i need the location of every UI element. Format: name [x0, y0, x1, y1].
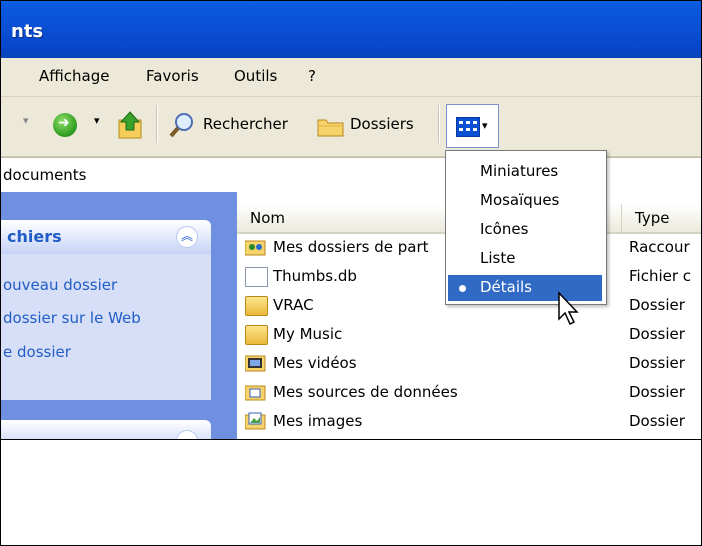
back-dropdown-arrow-icon[interactable]: ▾ — [23, 114, 29, 127]
task-new-folder[interactable]: ouveau dossier — [3, 276, 117, 294]
task-pane: chiers ︽ ouveau dossier dossier sur le W… — [1, 192, 237, 439]
menu-favoris[interactable]: Favoris — [146, 67, 199, 85]
toolbar-separator — [438, 105, 440, 143]
explorer-window: nts Affichage Favoris Outils ? ▾ ▾ Reche… — [1, 1, 701, 440]
radio-dot-icon — [459, 285, 466, 292]
task-panel-body: ouveau dossier dossier sur le Web e doss… — [1, 254, 211, 400]
menu-item-icones[interactable]: Icônes — [448, 217, 602, 243]
chevron-down-icon: ▾ — [482, 119, 488, 132]
task-share-folder[interactable]: e dossier — [3, 343, 71, 361]
task-publish-folder[interactable]: dossier sur le Web — [3, 309, 141, 327]
folder-icon — [245, 296, 268, 316]
file-row[interactable]: Mes vidéos Dossier — [237, 350, 701, 379]
up-folder-icon[interactable] — [117, 110, 143, 140]
file-row[interactable]: My Music Dossier — [237, 321, 701, 350]
title-bar[interactable]: nts — [1, 1, 701, 58]
menu-help[interactable]: ? — [308, 67, 316, 85]
menu-item-liste[interactable]: Liste — [448, 246, 602, 272]
menu-affichage[interactable]: Affichage — [39, 67, 109, 85]
menu-bar: Affichage Favoris Outils ? — [1, 58, 701, 97]
forward-dropdown-arrow-icon[interactable]: ▾ — [94, 114, 100, 127]
file-icon — [245, 267, 268, 287]
toolbar-separator — [156, 105, 158, 143]
menu-item-mosaiques[interactable]: Mosaïques — [448, 188, 602, 214]
mouse-cursor-icon — [558, 291, 579, 326]
toolbar: ▾ ▾ Rechercher Dossiers — [1, 97, 701, 157]
search-button[interactable]: Rechercher — [203, 115, 288, 133]
views-grid-icon — [456, 117, 480, 137]
menu-outils[interactable]: Outils — [234, 67, 277, 85]
folders-button[interactable]: Dossiers — [350, 115, 414, 133]
views-dropdown-menu: Miniatures Mosaïques Icônes Liste Détail… — [445, 150, 607, 305]
task-panel-title: chiers — [7, 227, 62, 246]
shared-folder-icon — [245, 240, 266, 256]
search-icon[interactable] — [168, 111, 196, 139]
file-row[interactable]: Mes sources de données Dossier — [237, 379, 701, 408]
collapse-chevron-icon[interactable]: ︽ — [176, 226, 198, 248]
menu-item-miniatures[interactable]: Miniatures — [448, 159, 602, 185]
views-button[interactable]: ▾ — [446, 104, 499, 148]
file-row[interactable]: Mes images Dossier — [237, 408, 701, 437]
folders-icon[interactable] — [316, 114, 346, 138]
address-value[interactable]: documents — [3, 166, 87, 184]
second-panel-header[interactable]: ︽ — [1, 420, 211, 439]
task-panel-header[interactable]: chiers ︽ — [1, 220, 211, 254]
data-folder-icon — [245, 385, 266, 401]
forward-icon[interactable] — [53, 113, 77, 137]
folder-icon — [245, 325, 268, 345]
image-frame: nts Affichage Favoris Outils ? ▾ ▾ Reche… — [0, 0, 702, 546]
video-folder-icon — [245, 355, 266, 372]
collapse-chevron-icon[interactable]: ︽ — [176, 430, 198, 439]
column-header-type[interactable]: Type — [621, 204, 701, 234]
window-title: nts — [11, 21, 44, 42]
image-folder-icon — [245, 412, 266, 430]
